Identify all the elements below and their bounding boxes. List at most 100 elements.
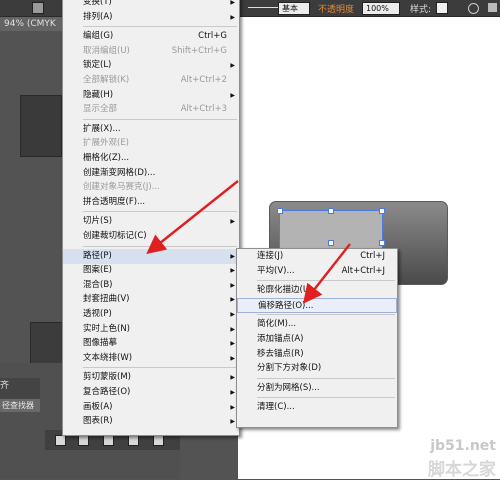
- menu-item-shortcut: Ctrl+J: [360, 251, 385, 261]
- object-menu-item[interactable]: 扩展(X)...: [63, 122, 239, 137]
- menu-item-label: 创建对象马赛克(J)...: [83, 182, 160, 193]
- path-submenu-item[interactable]: 添加锚点(A): [237, 332, 397, 347]
- merge-icon[interactable]: [103, 435, 114, 446]
- submenu-arrow-icon: ▶: [230, 374, 235, 382]
- path-submenu-item[interactable]: 分割下方对象(D): [237, 361, 397, 376]
- object-menu-item[interactable]: 拼合透明度(F)...: [63, 195, 239, 210]
- menu-item-shortcut: Ctrl+G: [198, 31, 227, 42]
- menu-item-label: 拼合透明度(F)...: [83, 196, 146, 207]
- menu-item-label: 栅格化(Z)...: [83, 153, 130, 163]
- menu-item-shortcut: Shift+Ctrl+G: [171, 45, 227, 56]
- submenu-arrow-icon: ▶: [230, 91, 235, 99]
- submenu-arrow-icon: ▶: [230, 0, 235, 6]
- outline-icon[interactable]: [153, 435, 164, 446]
- menu-item-label: 切片(S): [83, 216, 113, 227]
- object-menu-item[interactable]: 剪切蒙版(M) ▶: [63, 370, 239, 385]
- menu-item-label: 锁定(L): [83, 60, 112, 71]
- object-menu-item[interactable]: 文本绕排(W) ▶: [63, 351, 239, 366]
- trim-icon[interactable]: [78, 435, 89, 446]
- watermark-url: jb51.net: [430, 438, 496, 454]
- menu-item-label: 分割为网格(S)...: [257, 382, 320, 393]
- object-menu-item[interactable]: 取消编组(U) Shift+Ctrl+G: [63, 44, 239, 59]
- align-icon[interactable]: [488, 3, 497, 12]
- object-menu-item[interactable]: 隐藏(H) ▶: [63, 88, 239, 103]
- globe-icon[interactable]: [468, 3, 479, 14]
- path-submenu-item[interactable]: 移去锚点(R): [237, 347, 397, 362]
- crop-icon[interactable]: [128, 435, 139, 446]
- object-menu-item[interactable]: 编组(G) Ctrl+G: [63, 29, 239, 44]
- menu-item-label: 取消编组(U): [83, 45, 130, 56]
- menu-separator: [83, 118, 237, 120]
- object-menu-item[interactable]: 混合(B) ▶: [63, 278, 239, 293]
- menu-item-label: 移去锚点(R): [257, 348, 304, 359]
- divide-icon[interactable]: [55, 435, 66, 446]
- menu-item-label: 显示全部: [83, 104, 118, 115]
- object-menu-item[interactable]: 复合路径(O) ▶: [63, 385, 239, 400]
- submenu-arrow-icon: ▶: [230, 354, 235, 362]
- object-menu-item[interactable]: 排列(A) ▶: [63, 10, 239, 25]
- menu-item-label: 简化(M)...: [257, 319, 297, 330]
- submenu-arrow-icon: ▶: [230, 340, 235, 348]
- path-submenu-item[interactable]: 简化(M)...: [237, 317, 397, 332]
- object-menu-item[interactable]: 创建裁切标记(C): [63, 229, 239, 244]
- object-menu-item[interactable]: 锁定(L) ▶: [63, 58, 239, 73]
- watermark: jb51.net 脚本之家: [408, 436, 500, 480]
- fill-swatch[interactable]: [32, 2, 44, 14]
- submenu-arrow-icon: ▶: [230, 281, 235, 289]
- menu-separator: [83, 245, 237, 247]
- menu-item-label: 图案(E): [83, 265, 113, 276]
- menu-item-label: 隐藏(H): [83, 89, 114, 100]
- path-submenu-item[interactable]: 连接(J) Ctrl+J: [237, 249, 397, 264]
- pathfinder-tab[interactable]: 径查找器: [0, 399, 40, 412]
- object-menu-item[interactable]: 图表(R) ▶: [63, 414, 239, 429]
- object-menu-item[interactable]: 画板(A) ▶: [63, 400, 239, 415]
- menu-separator: [257, 280, 395, 282]
- collapsed-panel[interactable]: [20, 95, 62, 157]
- object-menu-item[interactable]: 实时上色(N) ▶: [63, 322, 239, 337]
- object-menu: 变换(T) ▶ 排列(A) ▶ 编组(G) Ctrl+G 取消编组(U) Shift+Ctrl…: [62, 0, 240, 436]
- menu-item-shortcut: Alt+Ctrl+J: [341, 265, 385, 276]
- submenu-arrow-icon: ▶: [230, 311, 235, 318]
- menu-item-label: 混合(B): [83, 279, 113, 290]
- opacity-label[interactable]: 不透明度: [318, 2, 354, 15]
- submenu-arrow-icon: ▶: [230, 418, 235, 426]
- submenu-arrow-icon: ▶: [230, 325, 235, 333]
- selection-handle[interactable]: [277, 208, 283, 214]
- selection-handle[interactable]: [379, 208, 385, 214]
- selection-center-point: [328, 240, 334, 246]
- style-swatch[interactable]: [436, 2, 448, 14]
- menu-item-label: 创建渐变网格(D)...: [83, 167, 156, 178]
- stroke-profile-select[interactable]: 基本: [278, 2, 310, 15]
- menu-item-label: 封套扭曲(V): [83, 294, 130, 305]
- menu-item-label: 文本绕排(W): [83, 352, 133, 363]
- object-menu-item[interactable]: 图像描摹 ▶: [63, 336, 239, 351]
- menu-separator: [83, 211, 237, 213]
- object-menu-item[interactable]: 变换(T) ▶: [63, 0, 239, 10]
- path-submenu-item[interactable]: 轮廓化描边(U): [237, 283, 397, 298]
- path-submenu-item[interactable]: 分割为网格(S)...: [237, 381, 397, 396]
- object-menu-item[interactable]: 切片(S) ▶: [63, 214, 239, 229]
- object-menu-item[interactable]: 封套扭曲(V) ▶: [63, 292, 239, 307]
- style-label: 样式:: [410, 5, 432, 15]
- path-submenu-item[interactable]: 清理(C)...: [237, 400, 397, 415]
- object-menu-item[interactable]: 扩展外观(E): [63, 136, 239, 151]
- opacity-input[interactable]: 100%: [362, 2, 400, 15]
- submenu-arrow-icon: ▶: [230, 218, 235, 226]
- object-menu-item[interactable]: 栅格化(Z)...: [63, 151, 239, 166]
- selection-handle[interactable]: [379, 240, 385, 246]
- path-submenu-item[interactable]: 平均(V)... Alt+Ctrl+J: [237, 264, 397, 279]
- submenu-arrow-icon: ▶: [230, 389, 235, 396]
- object-menu-item[interactable]: 图案(E) ▶: [63, 263, 239, 278]
- align-panel-label: 齐: [0, 381, 10, 391]
- object-menu-item[interactable]: 透视(P) ▶: [63, 307, 239, 322]
- menu-item-label: 偏移路径(O)...: [258, 300, 314, 311]
- submenu-arrow-icon: ▶: [230, 13, 235, 21]
- path-submenu-item[interactable]: 偏移路径(O)...: [237, 297, 397, 313]
- object-menu-item[interactable]: 路径(P) ▶: [63, 248, 239, 264]
- submenu-arrow-icon: ▶: [230, 403, 235, 411]
- object-menu-item[interactable]: 创建对象马赛克(J)...: [63, 180, 239, 195]
- object-menu-item[interactable]: 创建渐变网格(D)...: [63, 166, 239, 181]
- object-menu-item[interactable]: 显示全部 Alt+Ctrl+3: [63, 102, 239, 117]
- object-menu-item[interactable]: 全部解锁(K) Alt+Ctrl+2: [63, 73, 239, 88]
- selection-handle[interactable]: [328, 208, 334, 214]
